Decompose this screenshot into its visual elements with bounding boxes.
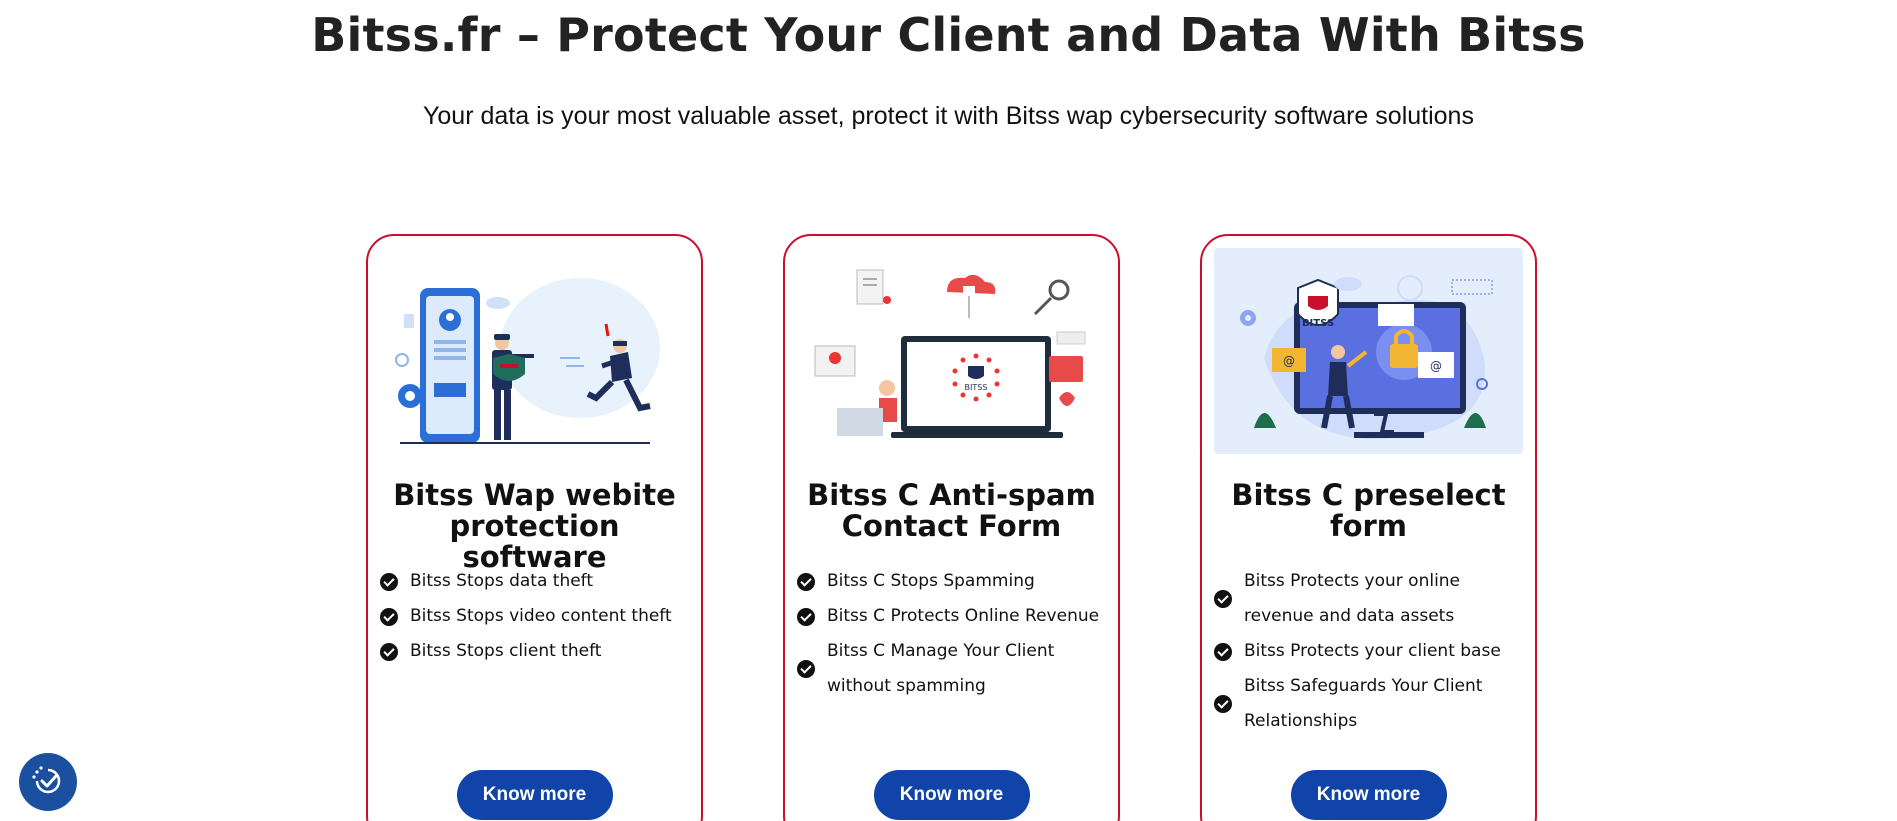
list-item: Bitss Safeguards Your Client Relationshi…: [1214, 669, 1525, 739]
accessibility-button[interactable]: [19, 753, 77, 811]
feature-list: Bitss Protects your online revenue and d…: [1214, 564, 1525, 739]
laptop-cloud-security-illustration: BITSS: [797, 248, 1106, 454]
product-card-bitss-wap: Bitss Wap webite protection software Bit…: [366, 234, 703, 821]
know-more-button[interactable]: Know more: [1290, 770, 1447, 820]
product-card-bitss-c-preselect: BITSS @ @ Bitss C preselect form Bitss P…: [1200, 234, 1537, 821]
list-item: Bitss C Protects Online Revenue: [797, 599, 1108, 634]
know-more-button[interactable]: Know more: [873, 770, 1030, 820]
product-card-bitss-c-anti-spam: BITSS Bitss C Anti-spam Contact Form Bit…: [783, 234, 1120, 821]
check-circle-icon: [797, 660, 815, 678]
feature-text: Bitss Stops client theft: [410, 641, 602, 661]
check-circle-icon: [380, 642, 398, 661]
list-item: Bitss Stops data theft: [380, 564, 691, 599]
page-subtitle: Your data is your most valuable asset, p…: [423, 102, 1474, 130]
monitor-padlock-shield-illustration: BITSS @ @: [1214, 248, 1523, 454]
list-item: Bitss C Manage Your Client without spamm…: [797, 634, 1108, 704]
list-item: Bitss Protects your online revenue and d…: [1214, 564, 1525, 634]
illustration-brand-label: BITSS: [965, 383, 988, 392]
check-circle-icon: [1214, 695, 1232, 713]
illustration-brand-label: BITSS: [1302, 318, 1334, 329]
list-item: Bitss Protects your client base: [1214, 634, 1525, 669]
card-title: Bitss C preselect form: [1231, 478, 1506, 543]
know-more-button[interactable]: Know more: [456, 770, 613, 820]
check-circle-icon: [1214, 590, 1232, 608]
feature-text: Bitss C Stops Spamming: [827, 571, 1035, 591]
feature-text: Bitss C Protects Online Revenue: [827, 606, 1100, 626]
list-item: Bitss Stops video content theft: [380, 599, 691, 634]
svg-text:@: @: [1430, 359, 1442, 373]
list-item: Bitss C Stops Spamming: [797, 564, 1108, 599]
feature-text: Bitss Protects your online revenue and d…: [1244, 571, 1461, 626]
check-circle-icon: [797, 607, 815, 626]
feature-text: Bitss Stops data theft: [410, 571, 594, 591]
card-title: Bitss C Anti-spam Contact Form: [807, 478, 1096, 543]
accessibility-check-icon: [29, 762, 67, 803]
feature-text: Bitss Safeguards Your Client Relationshi…: [1244, 676, 1483, 731]
check-circle-icon: [1214, 642, 1232, 661]
list-item: Bitss Stops client theft: [380, 634, 691, 669]
feature-text: Bitss Stops video content theft: [410, 606, 672, 626]
check-circle-icon: [380, 572, 398, 591]
feature-list: Bitss Stops data theft Bitss Stops video…: [380, 564, 691, 669]
page-title: Bitss.fr – Protect Your Client and Data …: [311, 8, 1586, 62]
svg-text:@: @: [1283, 354, 1295, 368]
card-title: Bitss Wap webite protection software: [393, 478, 676, 574]
feature-text: Bitss Protects your client base: [1244, 641, 1501, 661]
feature-list: Bitss C Stops Spamming Bitss C Protects …: [797, 564, 1108, 704]
phone-security-guard-thief-illustration: [380, 248, 689, 454]
feature-text: Bitss C Manage Your Client without spamm…: [827, 641, 1055, 696]
check-circle-icon: [797, 572, 815, 591]
check-circle-icon: [380, 607, 398, 626]
